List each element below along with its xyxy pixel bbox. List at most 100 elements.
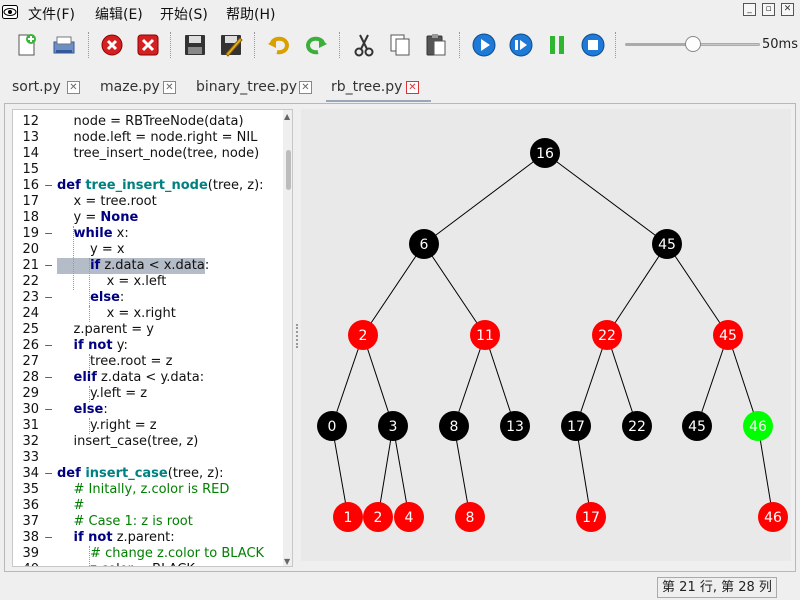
- code-token: insert_case(tree, z): [57, 434, 199, 449]
- fold-marker-icon[interactable]: −: [44, 338, 53, 354]
- tab-binary-tree[interactable]: binary_tree.py ✕: [196, 72, 314, 102]
- line-number: 32: [22, 434, 39, 449]
- code-token: x:: [112, 226, 129, 241]
- stop-icon[interactable]: [580, 32, 606, 58]
- copy-icon[interactable]: [387, 32, 413, 58]
- tab-close-icon[interactable]: ✕: [67, 81, 80, 94]
- tree-node-red: 2: [348, 320, 378, 350]
- keyword-token: if: [90, 258, 101, 273]
- tree-edge: [423, 152, 546, 245]
- run-icon[interactable]: [471, 32, 497, 58]
- toolbar-separator: [615, 32, 616, 58]
- tree-node-label: 4: [405, 510, 414, 526]
- code-line: else:: [57, 402, 108, 418]
- tab-label: binary_tree.py: [196, 79, 298, 95]
- keyword-token: while: [73, 226, 113, 241]
- tree-node-label: 22: [598, 328, 616, 344]
- line-number: 38: [22, 530, 39, 545]
- fold-marker-icon[interactable]: −: [44, 530, 53, 546]
- comment-token: #: [73, 498, 85, 513]
- open-file-icon[interactable]: [51, 32, 77, 58]
- paste-icon[interactable]: [423, 32, 449, 58]
- line-number: 18: [22, 210, 39, 225]
- cut-icon[interactable]: [351, 32, 377, 58]
- tree-node-label: 17: [567, 419, 585, 435]
- code-line: node = RBTreeNode(data): [57, 114, 244, 130]
- line-number: 23: [22, 290, 39, 305]
- fold-marker-icon[interactable]: −: [44, 290, 53, 306]
- minimize-button[interactable]: _: [743, 3, 756, 16]
- tree-node-red: 2: [363, 502, 393, 532]
- fold-marker-icon[interactable]: −: [44, 466, 53, 482]
- tab-sort[interactable]: sort.py ✕: [12, 72, 84, 102]
- scrollbar-thumb[interactable]: [286, 150, 291, 190]
- keyword-token: None: [100, 210, 139, 225]
- toolbar-separator: [170, 32, 171, 58]
- tree-node-label: 45: [719, 328, 737, 344]
- step-icon[interactable]: [508, 32, 534, 58]
- line-number: 13: [22, 130, 39, 145]
- function-name-token: tree_insert_node: [85, 178, 208, 193]
- code-line: y.right = z: [57, 418, 157, 434]
- menu-file[interactable]: 文件(F): [28, 4, 75, 24]
- scroll-up-arrow[interactable]: ▲: [284, 112, 290, 121]
- code-line: while x:: [57, 226, 129, 242]
- undo-icon[interactable]: [266, 32, 292, 58]
- tab-close-icon[interactable]: ✕: [406, 81, 419, 94]
- code-token: tree_insert_node(tree, node): [57, 146, 260, 161]
- line-number: 29: [22, 386, 39, 401]
- indent-guide: [89, 546, 90, 566]
- new-file-icon[interactable]: [14, 32, 40, 58]
- fold-marker-icon[interactable]: −: [44, 258, 53, 274]
- tab-close-icon[interactable]: ✕: [163, 81, 176, 94]
- code-token: z.data < y.data:: [96, 370, 205, 385]
- tab-maze[interactable]: maze.py ✕: [100, 72, 180, 102]
- code-token: y.left = z: [57, 386, 148, 401]
- code-token: y =: [57, 210, 101, 225]
- redo-icon[interactable]: [303, 32, 329, 58]
- indent-guide: [89, 354, 90, 370]
- tree-node-red: 11: [470, 320, 500, 350]
- tree-node-label: 1: [344, 510, 353, 526]
- close-icon[interactable]: [99, 32, 125, 58]
- code-token: :: [103, 402, 108, 417]
- fold-marker-icon[interactable]: −: [44, 226, 53, 242]
- fold-marker-icon[interactable]: −: [44, 402, 53, 418]
- menu-help[interactable]: 帮助(H): [226, 4, 275, 24]
- menu-start[interactable]: 开始(S): [160, 4, 208, 24]
- code-line: tree_insert_node(tree, node): [57, 146, 260, 162]
- comment-token: # change z.color to BLACK: [90, 546, 265, 561]
- keyword-token: def: [57, 466, 86, 481]
- tab-close-icon[interactable]: ✕: [299, 81, 312, 94]
- editor-scrollbar[interactable]: ▲ ▼: [283, 110, 292, 566]
- line-number: 34: [22, 466, 39, 481]
- line-number: 12: [22, 114, 39, 129]
- code-line: y = x: [57, 242, 125, 258]
- menu-edit[interactable]: 编辑(E): [95, 4, 143, 24]
- menu-bar: 文件(F) 编辑(E) 开始(S) 帮助(H) _ ▫ ✕: [0, 0, 800, 25]
- code-line: x = tree.root: [57, 194, 157, 210]
- fold-marker-icon[interactable]: −: [44, 178, 53, 194]
- comment-token: # Case 1: z is root: [73, 514, 193, 529]
- pause-icon[interactable]: [544, 32, 570, 58]
- line-number: 16: [22, 178, 39, 193]
- line-number: 26: [22, 338, 39, 353]
- speed-slider-handle[interactable]: [684, 36, 701, 52]
- fold-marker-icon[interactable]: −: [44, 370, 53, 386]
- code-token: x = tree.root: [57, 194, 157, 209]
- save-as-icon[interactable]: [218, 32, 244, 58]
- close-window-button[interactable]: ✕: [781, 3, 794, 16]
- speed-label: 50ms: [762, 37, 798, 52]
- close-all-icon[interactable]: [135, 32, 161, 58]
- code-line: elif z.data < y.data:: [57, 370, 205, 386]
- save-icon[interactable]: [182, 32, 208, 58]
- maximize-button[interactable]: ▫: [762, 3, 775, 16]
- tree-node-red: 17: [576, 502, 606, 532]
- eye-icon: [2, 5, 18, 19]
- panel-splitter[interactable]: [296, 324, 298, 348]
- code-editor[interactable]: 12 13 14 15 16−17 18 19−20 21−22 23−24 25 26−27 28−…: [12, 109, 293, 567]
- tab-rb-tree[interactable]: rb_tree.py ✕: [326, 72, 431, 102]
- scroll-down-arrow[interactable]: ▼: [284, 557, 290, 566]
